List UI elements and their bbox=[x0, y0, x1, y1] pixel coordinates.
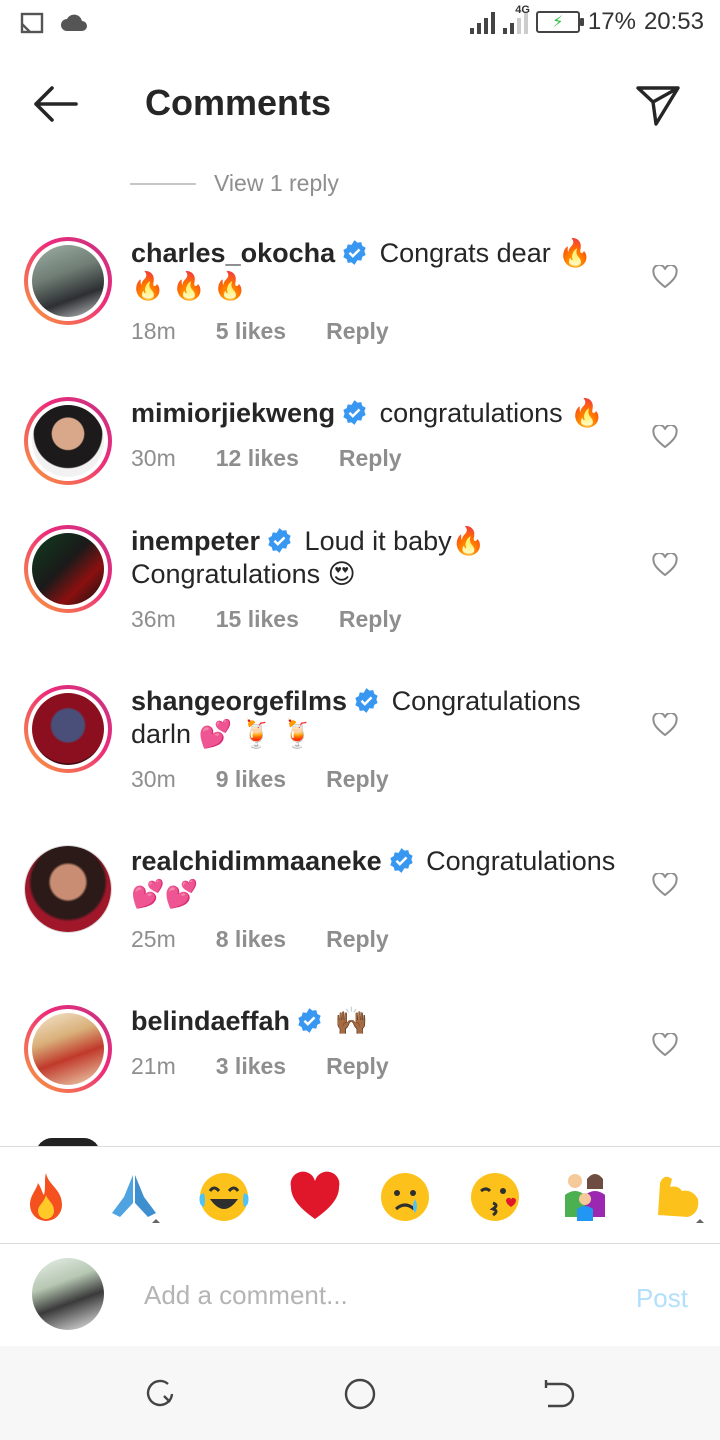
comment-message: congratulations 🔥 bbox=[372, 398, 604, 428]
kissing-heart-emoji-icon[interactable] bbox=[467, 1169, 523, 1225]
comment-likes[interactable]: 12 likes bbox=[216, 442, 299, 475]
clock: 20:53 bbox=[643, 8, 704, 35]
avatar[interactable] bbox=[24, 397, 112, 485]
reply-button[interactable]: Reply bbox=[339, 603, 402, 636]
comment-text: belindaeffah 🙌🏾 21m 3 likes Reply bbox=[131, 1005, 631, 1083]
recent-apps-icon[interactable] bbox=[142, 1376, 178, 1412]
home-icon[interactable] bbox=[342, 1376, 378, 1412]
view-replies-label: View 1 reply bbox=[214, 170, 339, 196]
comment-username[interactable]: mimiorjiekweng bbox=[131, 398, 335, 428]
like-heart-icon[interactable] bbox=[652, 553, 678, 577]
back-arrow-icon[interactable] bbox=[30, 82, 82, 126]
reply-button[interactable]: Reply bbox=[326, 315, 389, 348]
avatar[interactable] bbox=[24, 237, 112, 325]
signal-4g-icon: 4G bbox=[502, 4, 530, 34]
view-replies-link[interactable]: View 1 reply bbox=[130, 170, 339, 197]
comment-username[interactable]: belindaeffah bbox=[131, 1006, 290, 1036]
comment-time: 25m bbox=[131, 926, 176, 952]
verified-badge-icon bbox=[343, 240, 366, 265]
comment-text: mimiorjiekweng congratulations 🔥 30m 12 … bbox=[131, 397, 631, 475]
comment-text: charles_okocha Congrats dear 🔥 🔥 🔥 🔥 18m… bbox=[131, 237, 631, 348]
battery-icon: ⚡ bbox=[535, 11, 584, 33]
cast-icon bbox=[20, 12, 44, 34]
comment-text: realchidimmaaneke Congratulations 💕💕 25m… bbox=[131, 845, 631, 956]
like-heart-icon[interactable] bbox=[652, 265, 678, 289]
comment-likes[interactable]: 15 likes bbox=[216, 603, 299, 636]
cloud-icon bbox=[61, 14, 87, 31]
current-user-avatar bbox=[32, 1258, 104, 1330]
avatar[interactable] bbox=[24, 525, 112, 613]
comment-message: 🙌🏾 bbox=[327, 1006, 369, 1036]
system-nav-bar bbox=[0, 1346, 720, 1440]
status-bar: 4G ⚡ 17% 20:53 bbox=[0, 0, 720, 52]
verified-badge-icon bbox=[355, 688, 378, 713]
comment-time: 21m bbox=[131, 1053, 176, 1079]
avatar[interactable] bbox=[24, 685, 112, 773]
comment-text: shangeorgefilms Congratulations darln 💕 … bbox=[131, 685, 631, 796]
emoji-quick-bar bbox=[0, 1146, 720, 1244]
battery-percent: 17% bbox=[587, 8, 636, 35]
comment-input[interactable] bbox=[144, 1275, 584, 1315]
verified-badge-icon bbox=[343, 400, 366, 425]
avatar[interactable] bbox=[24, 1005, 112, 1093]
back-nav-icon[interactable] bbox=[540, 1376, 576, 1412]
reply-button[interactable]: Reply bbox=[326, 923, 389, 956]
comment-likes[interactable]: 9 likes bbox=[216, 763, 286, 796]
comment-username[interactable]: inempeter bbox=[131, 526, 260, 556]
verified-badge-icon bbox=[268, 528, 291, 553]
comment-likes[interactable]: 8 likes bbox=[216, 923, 286, 956]
crying-emoji-icon[interactable] bbox=[377, 1169, 433, 1225]
comment-time: 36m bbox=[131, 606, 176, 632]
comment-username[interactable]: realchidimmaaneke bbox=[131, 846, 382, 876]
fire-emoji-icon[interactable] bbox=[18, 1169, 74, 1225]
pray-emoji-icon[interactable] bbox=[106, 1169, 162, 1225]
comment-text: inempeter Loud it baby🔥 Congratulations … bbox=[131, 525, 631, 636]
reply-button[interactable]: Reply bbox=[339, 442, 402, 475]
signal-icon bbox=[469, 10, 495, 34]
laughing-emoji-icon[interactable] bbox=[196, 1169, 252, 1225]
reply-button[interactable]: Reply bbox=[326, 763, 389, 796]
comment-username[interactable]: shangeorgefilms bbox=[131, 686, 347, 716]
like-heart-icon[interactable] bbox=[652, 425, 678, 449]
comment-time: 30m bbox=[131, 445, 176, 471]
comment-composer: Post bbox=[0, 1245, 720, 1345]
direct-send-icon[interactable] bbox=[634, 80, 682, 128]
network-label: 4G bbox=[515, 4, 530, 16]
header: Comments bbox=[0, 60, 720, 150]
comment-likes[interactable]: 3 likes bbox=[216, 1050, 286, 1083]
comment-time: 30m bbox=[131, 766, 176, 792]
like-heart-icon[interactable] bbox=[652, 873, 678, 897]
comment-username[interactable]: charles_okocha bbox=[131, 238, 335, 268]
avatar[interactable] bbox=[24, 845, 112, 933]
verified-badge-icon bbox=[390, 848, 413, 873]
reply-button[interactable]: Reply bbox=[326, 1050, 389, 1083]
like-heart-icon[interactable] bbox=[652, 713, 678, 737]
flexed-biceps-emoji-icon[interactable] bbox=[648, 1169, 704, 1225]
verified-badge-icon bbox=[298, 1008, 321, 1033]
post-button[interactable]: Post bbox=[636, 1283, 688, 1314]
family-emoji-icon[interactable] bbox=[557, 1169, 613, 1225]
comment-likes[interactable]: 5 likes bbox=[216, 315, 286, 348]
red-heart-emoji-icon[interactable] bbox=[287, 1169, 343, 1225]
comment-time: 18m bbox=[131, 318, 176, 344]
page-title: Comments bbox=[145, 82, 332, 123]
reply-divider bbox=[130, 182, 196, 185]
like-heart-icon[interactable] bbox=[652, 1033, 678, 1057]
